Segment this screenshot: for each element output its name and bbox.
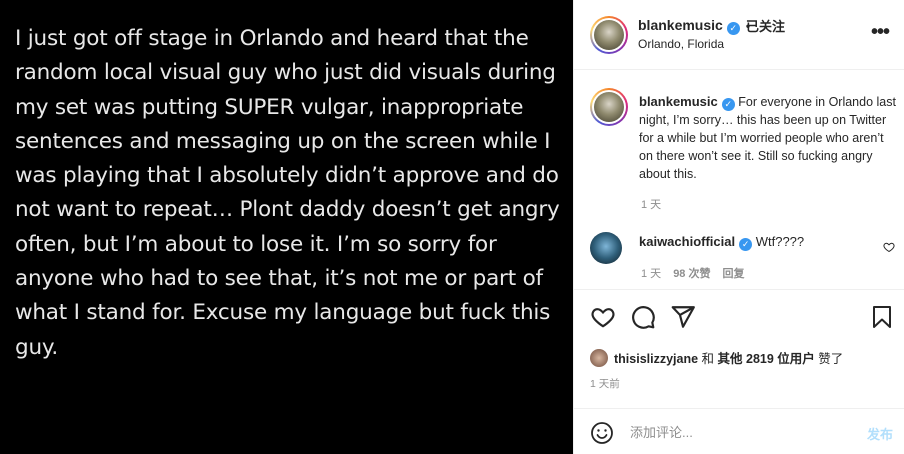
post-header: blankemusic ✓ • 已关注 Orlando, Florida •••: [574, 0, 904, 70]
follow-status-button[interactable]: 已关注: [746, 16, 785, 35]
post-sidebar: blankemusic ✓ • 已关注 Orlando, Florida ••• b…: [573, 0, 904, 454]
publish-button[interactable]: 发布: [867, 424, 893, 443]
comment-icon[interactable]: [630, 304, 656, 330]
comment-item: kaiwachiofficial ✓ Wtf????: [639, 234, 804, 251]
liker-avatar[interactable]: [590, 349, 608, 367]
likes-others-button[interactable]: 其他 2819 位用户: [718, 352, 815, 366]
caption: blankemusic ✓ For everyone in Orlando las…: [639, 93, 897, 183]
post-actions: thisislizzyjane 和 其他 2819 位用户 赞了 1 天前: [574, 289, 904, 399]
author-avatar-image: [594, 20, 624, 50]
caption-timestamp[interactable]: 1 天: [641, 196, 661, 212]
likes-connector: 和: [701, 352, 715, 366]
likes-summary: thisislizzyjane 和 其他 2819 位用户 赞了: [590, 348, 843, 367]
bookmark-icon[interactable]: [870, 304, 894, 330]
comment-timestamp[interactable]: 1 天: [641, 268, 661, 280]
author-username[interactable]: blankemusic: [638, 17, 723, 33]
verified-badge-icon: ✓: [721, 98, 735, 111]
more-options-icon[interactable]: •••: [871, 22, 890, 42]
caption-avatar-image: [594, 92, 624, 122]
comment-input[interactable]: [630, 421, 850, 443]
comments-section: blankemusic ✓ For everyone in Orlando las…: [574, 71, 904, 289]
liker-username[interactable]: thisislizzyjane: [614, 352, 698, 366]
send-icon[interactable]: [670, 304, 696, 330]
post-image-text: I just got off stage in Orlando and hear…: [15, 26, 560, 360]
commenter-avatar[interactable]: [590, 232, 622, 264]
post-image: I just got off stage in Orlando and hear…: [0, 0, 573, 454]
comment-likes-count[interactable]: 98 次赞: [673, 268, 710, 280]
heart-icon[interactable]: [590, 304, 616, 330]
comment-like-heart-icon[interactable]: [883, 241, 895, 253]
verified-badge-icon: ✓: [726, 22, 740, 35]
author-avatar[interactable]: [590, 16, 628, 54]
comment-reply-button[interactable]: 回复: [722, 268, 744, 280]
emoji-icon[interactable]: [590, 421, 614, 445]
verified-badge-icon: ✓: [739, 238, 753, 251]
caption-avatar[interactable]: [590, 88, 628, 126]
likes-suffix: 赞了: [818, 352, 844, 366]
comment-text: Wtf????: [755, 234, 805, 249]
comment-meta: 1 天 98 次赞 回复: [641, 265, 756, 281]
caption-username[interactable]: blankemusic: [639, 94, 718, 109]
post-timestamp[interactable]: 1 天前: [590, 376, 620, 391]
add-comment-bar: 发布: [574, 408, 904, 454]
post-location[interactable]: Orlando, Florida: [638, 37, 724, 51]
author-username-row: blankemusic ✓ •: [638, 17, 756, 35]
commenter-username[interactable]: kaiwachiofficial: [639, 234, 735, 249]
